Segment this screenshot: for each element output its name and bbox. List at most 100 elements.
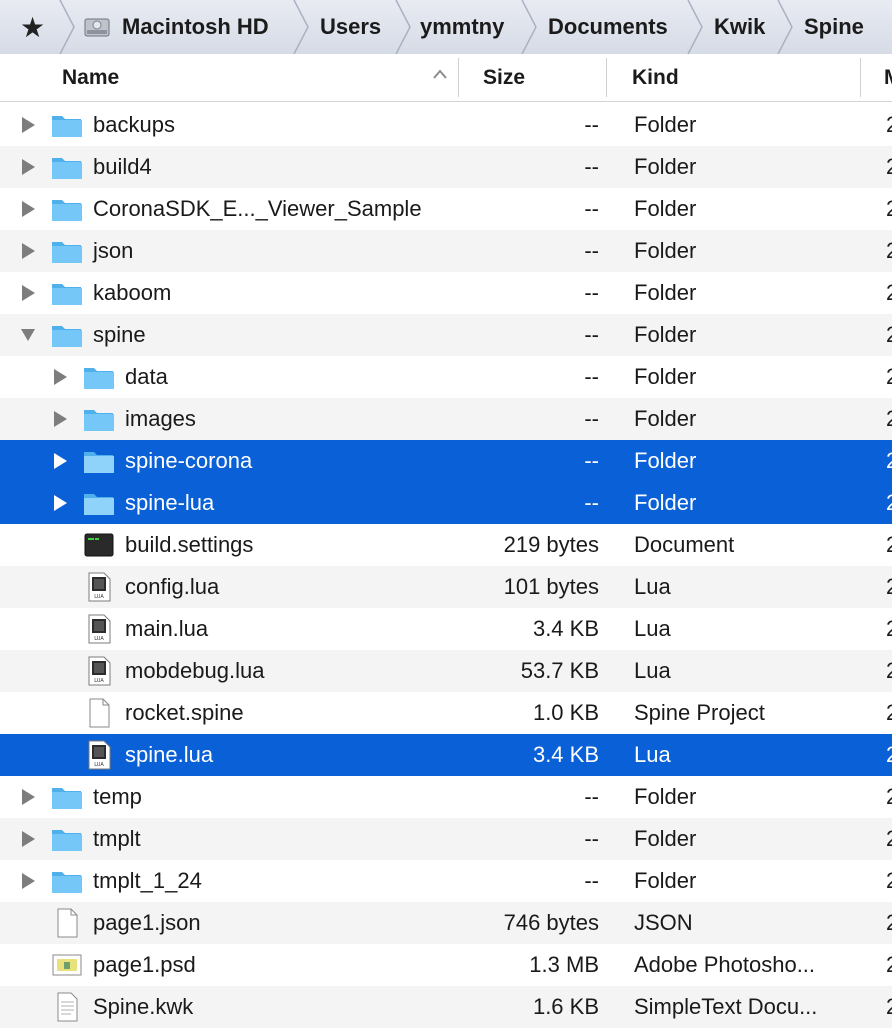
breadcrumb-documents[interactable]: Documents bbox=[548, 0, 668, 54]
folder-row[interactable]: backups -- Folder 2 bbox=[0, 104, 892, 146]
file-date-modified: 2 bbox=[886, 776, 892, 818]
column-header-kind-label: Kind bbox=[632, 65, 679, 89]
breadcrumb-label: Spine bbox=[804, 14, 864, 39]
file-date-modified: 2 bbox=[886, 608, 892, 650]
folder-icon bbox=[84, 368, 114, 389]
folder-row[interactable]: spine-corona -- Folder 2 bbox=[0, 440, 892, 482]
file-row[interactable]: page1.psd 1.3 MB Adobe Photosho... 2 bbox=[0, 944, 892, 986]
column-header-name[interactable]: Name bbox=[62, 54, 119, 101]
path-separator-icon bbox=[293, 0, 309, 54]
column-divider[interactable] bbox=[458, 58, 459, 97]
folder-row[interactable]: tmplt -- Folder 2 bbox=[0, 818, 892, 860]
column-divider[interactable] bbox=[606, 58, 607, 97]
folder-icon bbox=[52, 242, 82, 263]
file-name: images bbox=[125, 406, 196, 431]
svg-text:LUA: LUA bbox=[94, 636, 104, 642]
folder-row[interactable]: temp -- Folder 2 bbox=[0, 776, 892, 818]
folder-icon bbox=[84, 410, 114, 431]
disclosure-collapsed-icon[interactable] bbox=[20, 788, 36, 806]
file-date-modified: 2 bbox=[886, 944, 892, 986]
file-name: page1.json bbox=[93, 910, 201, 935]
column-header-kind[interactable]: Kind bbox=[632, 54, 679, 101]
breadcrumb-label: Documents bbox=[548, 14, 668, 39]
image-file-icon bbox=[52, 954, 82, 976]
file-name: tmplt bbox=[93, 826, 141, 851]
folder-icon bbox=[84, 494, 114, 515]
breadcrumb-ymmtny[interactable]: ymmtny bbox=[420, 0, 504, 54]
path-separator-icon bbox=[521, 0, 537, 54]
breadcrumb-spine[interactable]: Spine bbox=[804, 0, 864, 54]
disclosure-collapsed-icon[interactable] bbox=[52, 452, 68, 470]
file-size: -- bbox=[584, 322, 599, 347]
breadcrumb-macintosh-hd[interactable]: Macintosh HD bbox=[84, 0, 269, 54]
file-size: -- bbox=[584, 364, 599, 389]
file-kind: Lua bbox=[634, 742, 671, 767]
folder-row[interactable]: images -- Folder 2 bbox=[0, 398, 892, 440]
disclosure-expanded-icon[interactable] bbox=[20, 326, 36, 344]
file-row[interactable]: LUA mobdebug.lua 53.7 KB Lua 2 bbox=[0, 650, 892, 692]
file-size: -- bbox=[584, 826, 599, 851]
file-size: 53.7 KB bbox=[520, 658, 599, 683]
file-row[interactable]: rocket.spine 1.0 KB Spine Project 2 bbox=[0, 692, 892, 734]
file-date-modified: 2 bbox=[886, 734, 892, 776]
folder-row[interactable]: spine-lua -- Folder 2 bbox=[0, 482, 892, 524]
folder-row[interactable]: data -- Folder 2 bbox=[0, 356, 892, 398]
file-name: mobdebug.lua bbox=[125, 658, 265, 683]
column-divider[interactable] bbox=[860, 58, 861, 97]
favorite-star-icon[interactable]: ★ bbox=[20, 0, 45, 54]
folder-icon bbox=[52, 116, 82, 137]
file-size: -- bbox=[584, 154, 599, 179]
file-date-modified: 2 bbox=[886, 860, 892, 902]
disclosure-collapsed-icon[interactable] bbox=[20, 872, 36, 890]
disclosure-collapsed-icon[interactable] bbox=[20, 830, 36, 848]
column-header-size[interactable]: Size bbox=[483, 54, 525, 101]
breadcrumb-label: Users bbox=[320, 14, 382, 39]
folder-icon bbox=[52, 200, 82, 221]
disclosure-collapsed-icon[interactable] bbox=[20, 200, 36, 218]
disclosure-collapsed-icon[interactable] bbox=[20, 158, 36, 176]
column-header-date-modified[interactable]: M bbox=[884, 54, 892, 101]
file-name: spine-lua bbox=[125, 490, 215, 515]
file-size: -- bbox=[584, 196, 599, 221]
svg-text:LUA: LUA bbox=[94, 594, 104, 600]
breadcrumb-label: Macintosh HD bbox=[122, 14, 269, 39]
file-size: 1.3 MB bbox=[529, 952, 599, 977]
file-kind: Folder bbox=[634, 196, 697, 221]
blank-document-icon bbox=[89, 698, 110, 728]
path-bar: ★ Macintosh HD Users ymmtny Documents Kw… bbox=[0, 0, 892, 55]
file-size: -- bbox=[584, 490, 599, 515]
file-row[interactable]: LUA spine.lua 3.4 KB Lua 2 bbox=[0, 734, 892, 776]
breadcrumb-users[interactable]: Users bbox=[320, 0, 381, 54]
folder-row[interactable]: spine -- Folder 2 bbox=[0, 314, 892, 356]
disclosure-collapsed-icon[interactable] bbox=[52, 368, 68, 386]
folder-row[interactable]: CoronaSDK_E..._Viewer_Sample -- Folder 2 bbox=[0, 188, 892, 230]
file-name: tmplt_1_24 bbox=[93, 868, 202, 893]
file-size: -- bbox=[584, 112, 599, 137]
file-row[interactable]: LUA config.lua 101 bytes Lua 2 bbox=[0, 566, 892, 608]
terminal-document-icon bbox=[84, 533, 114, 557]
file-kind: Lua bbox=[634, 658, 671, 683]
file-kind: Document bbox=[634, 532, 735, 557]
file-row[interactable]: page1.json 746 bytes JSON 2 bbox=[0, 902, 892, 944]
disclosure-collapsed-icon[interactable] bbox=[52, 410, 68, 428]
disclosure-collapsed-icon[interactable] bbox=[52, 494, 68, 512]
file-row[interactable]: LUA main.lua 3.4 KB Lua 2 bbox=[0, 608, 892, 650]
breadcrumb-label: Kwik bbox=[714, 14, 766, 39]
file-date-modified: 2 bbox=[886, 272, 892, 314]
file-date-modified: 2 bbox=[886, 692, 892, 734]
file-name: temp bbox=[93, 784, 142, 809]
file-kind: Folder bbox=[634, 448, 697, 473]
breadcrumb-kwik[interactable]: Kwik bbox=[714, 0, 765, 54]
disclosure-collapsed-icon[interactable] bbox=[20, 116, 36, 134]
file-row[interactable]: build.settings 219 bytes Document 2 bbox=[0, 524, 892, 566]
folder-row[interactable]: tmplt_1_24 -- Folder 2 bbox=[0, 860, 892, 902]
file-size: 219 bytes bbox=[503, 532, 599, 557]
blank-document-icon bbox=[57, 908, 78, 938]
disclosure-collapsed-icon[interactable] bbox=[20, 284, 36, 302]
folder-row[interactable]: build4 -- Folder 2 bbox=[0, 146, 892, 188]
file-size: -- bbox=[584, 868, 599, 893]
folder-row[interactable]: kaboom -- Folder 2 bbox=[0, 272, 892, 314]
file-date-modified: 2 bbox=[886, 146, 892, 188]
disclosure-collapsed-icon[interactable] bbox=[20, 242, 36, 260]
folder-row[interactable]: json -- Folder 2 bbox=[0, 230, 892, 272]
